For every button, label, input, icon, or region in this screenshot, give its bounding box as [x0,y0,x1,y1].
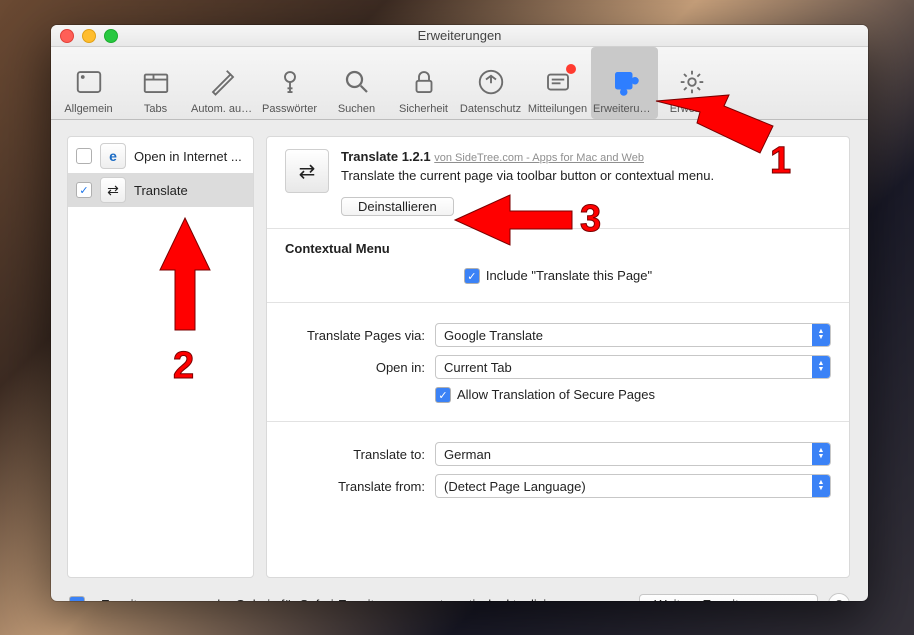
chevron-updown-icon: ▲▼ [812,356,830,378]
window-footer: ✓ Erweiterungen aus der Galerie für Safa… [51,584,868,601]
toolbar-tab-erweiterungen[interactable]: Erweiterungen [591,47,658,119]
extension-description: Translate the current page via toolbar b… [341,168,831,183]
allow-secure-checkbox[interactable]: ✓ [435,387,451,403]
window-title: Erweiterungen [51,28,868,43]
toolbar-tab-erweitert[interactable]: Erweitert [658,47,725,119]
toolbar-tab-label: Datenschutz [460,103,521,115]
include-translate-label: Include "Translate this Page" [486,268,652,284]
toolbar-tab-label: Mitteilungen [528,103,587,115]
auto-update-checkbox[interactable]: ✓ [69,596,85,601]
toolbar-tab-passwoerter[interactable]: Passwörter [256,47,323,119]
toolbar-tab-label: Tabs [144,103,167,115]
extension-icon: ⇄ [100,177,126,203]
tabs-icon [139,65,173,99]
extension-name: Translate [134,183,245,198]
translate-to-select[interactable]: German ▲▼ [435,442,831,466]
translate-to-label: Translate to: [285,447,435,462]
contextual-menu-heading: Contextual Menu [285,241,831,256]
datenschutz-icon [474,65,508,99]
translate-from-select[interactable]: (Detect Page Language) ▲▼ [435,474,831,498]
mitteilungen-icon [541,65,575,99]
toolbar-tab-label: Erweitert [670,103,713,115]
toolbar-tab-label: Erweiterungen [593,103,656,115]
open-in-label: Open in: [285,360,435,375]
translate-from-label: Translate from: [285,479,435,494]
extension-vendor-link[interactable]: von SideTree.com - Apps for Mac and Web [434,152,644,164]
toolbar-tab-label: Autom. ausfüllen [191,103,254,115]
toolbar-tab-label: Sicherheit [399,103,448,115]
translate-via-select[interactable]: Google Translate ▲▼ [435,323,831,347]
toolbar-tab-mitteilungen[interactable]: Mitteilungen [524,47,591,119]
titlebar: Erweiterungen [51,25,868,47]
extension-row[interactable]: ✓ ⇄ Translate [68,173,253,207]
extensions-list: e Open in Internet ... ✓ ⇄ Translate [67,136,254,578]
toolbar-tab-suchen[interactable]: Suchen [323,47,390,119]
open-in-select[interactable]: Current Tab ▲▼ [435,355,831,379]
extension-icon: e [100,143,126,169]
preferences-toolbar: Allgemein Tabs Autom. ausfüllen Passwörter S… [51,47,868,120]
toolbar-tab-datenschutz[interactable]: Datenschutz [457,47,524,119]
toolbar-tab-sicherheit[interactable]: Sicherheit [390,47,457,119]
autofill-icon [206,65,240,99]
preferences-window: Erweiterungen Allgemein Tabs Autom. ausfül… [51,25,868,601]
extension-detail-panel: ⇄ Translate 1.2.1 von SideTree.com - App… [266,136,850,578]
help-button[interactable]: ? [828,593,850,601]
toolbar-tab-label: Passwörter [262,103,317,115]
include-translate-checkbox[interactable]: ✓ [464,268,480,284]
chevron-updown-icon: ▲▼ [812,475,830,497]
uninstall-button[interactable]: Deinstallieren [341,197,454,216]
toolbar-tab-autofill[interactable]: Autom. ausfüllen [189,47,256,119]
translate-via-label: Translate Pages via: [285,328,435,343]
more-extensions-button[interactable]: Weitere Erweiterungen … [639,594,818,602]
extension-name: Open in Internet ... [134,149,245,164]
toolbar-tab-label: Allgemein [64,103,112,115]
suchen-icon [340,65,374,99]
toolbar-tab-allgemein[interactable]: Allgemein [55,47,122,119]
toolbar-tab-label: Suchen [338,103,375,115]
toolbar-tab-tabs[interactable]: Tabs [122,47,189,119]
chevron-updown-icon: ▲▼ [812,443,830,465]
translate-app-icon: ⇄ [285,149,329,193]
chevron-updown-icon: ▲▼ [812,324,830,346]
passwoerter-icon [273,65,307,99]
erweiterungen-icon [608,65,642,99]
extension-enable-checkbox[interactable]: ✓ [76,182,92,198]
extension-title: Translate 1.2.1 [341,149,431,164]
extension-enable-checkbox[interactable] [76,148,92,164]
allgemein-icon [72,65,106,99]
sicherheit-icon [407,65,441,99]
erweitert-icon [675,65,709,99]
notification-badge-icon [566,64,576,74]
extension-row[interactable]: e Open in Internet ... [68,139,253,173]
auto-update-label: Erweiterungen aus der Galerie für Safari… [101,597,572,602]
allow-secure-label: Allow Translation of Secure Pages [457,387,655,403]
